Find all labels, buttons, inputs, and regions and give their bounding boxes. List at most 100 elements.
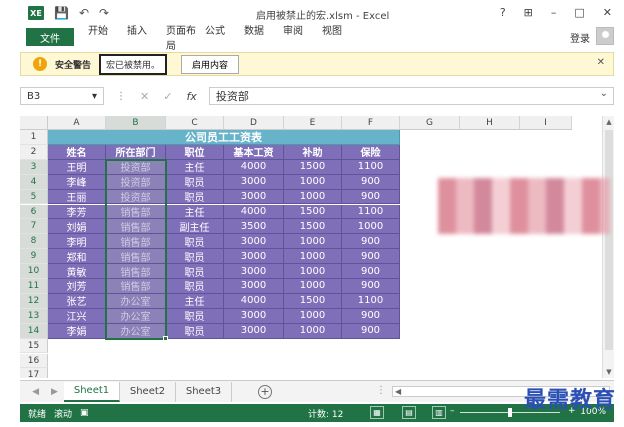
row-header[interactable]: 3 [20,159,48,175]
cell[interactable]: 办公室 [106,323,166,339]
cell[interactable]: 李明 [48,234,106,250]
tab-6[interactable]: 审阅 [283,22,322,52]
tab-split-grip-icon[interactable]: ⋮ [376,385,386,396]
row-header[interactable]: 17 [20,368,48,378]
cell[interactable]: 3000 [224,308,284,324]
cell[interactable]: 900 [342,264,400,279]
table-header-cell[interactable]: 基本工资 [224,144,284,160]
cell[interactable]: 1000 [284,174,342,190]
row-header[interactable]: 6 [20,204,48,220]
cell[interactable]: 900 [342,323,400,339]
login-link[interactable]: 登录 [570,30,590,45]
enter-icon[interactable]: ✓ [163,90,172,103]
row-header[interactable]: 1 [20,130,48,145]
column-header[interactable]: A [48,116,106,130]
sheet-tab-3[interactable]: Sheet3 [176,381,232,402]
cell[interactable]: 1500 [284,293,342,309]
cell[interactable]: 刘娟 [48,219,106,235]
cell[interactable]: 900 [342,234,400,250]
row-header[interactable]: 8 [20,234,48,250]
table-header-cell[interactable]: 保险 [342,144,400,160]
table-header-cell[interactable]: 姓名 [48,144,106,160]
close-icon[interactable]: ✕ [603,6,612,19]
redo-icon[interactable]: ↷ [99,6,109,20]
row-header[interactable]: 5 [20,189,48,205]
cell[interactable]: 李芳 [48,204,106,220]
column-header[interactable]: C [166,116,224,130]
page-layout-icon[interactable]: ▤ [402,406,416,419]
cell[interactable]: 职员 [166,264,224,279]
tab-7[interactable]: 视图 [322,22,361,52]
zoom-out-icon[interactable]: – [450,406,455,416]
cell[interactable]: 王丽 [48,189,106,205]
enable-content-button[interactable]: 启用内容 [181,54,240,74]
select-all-corner[interactable] [20,116,48,130]
cancel-icon[interactable]: ✕ [140,90,149,103]
row-header[interactable]: 4 [20,174,48,190]
cell[interactable]: 销售部 [106,264,166,279]
scroll-down-icon[interactable]: ▼ [603,366,614,378]
cell[interactable]: 1000 [284,264,342,279]
cell[interactable]: 主任 [166,293,224,309]
avatar-icon[interactable] [596,27,614,45]
cell[interactable]: 900 [342,279,400,294]
cell[interactable]: 职员 [166,323,224,339]
table-header-cell[interactable]: 所在部门 [106,144,166,160]
cell[interactable]: 3000 [224,189,284,205]
sheet-tab-1[interactable]: Sheet1 [64,381,120,402]
cell[interactable]: 1000 [284,323,342,339]
row-header[interactable]: 13 [20,308,48,324]
cell[interactable]: 李娟 [48,323,106,339]
cell[interactable]: 1000 [284,249,342,265]
prev-sheet-icon[interactable]: ◀ [32,387,39,397]
next-sheet-icon[interactable]: ▶ [51,387,58,397]
cell[interactable]: 江兴 [48,308,106,324]
cell[interactable]: 4000 [224,204,284,220]
vertical-scrollbar[interactable]: ▲ ▼ [602,116,614,378]
table-title-cell[interactable]: 公司员工工资表 [48,130,400,145]
chevron-down-icon[interactable]: ▾ [92,91,97,102]
cell[interactable]: 1000 [284,234,342,250]
table-header-cell[interactable]: 补助 [284,144,342,160]
row-header[interactable]: 10 [20,264,48,279]
cell[interactable]: 职员 [166,174,224,190]
tab-5[interactable]: 数据 [244,22,283,52]
cell[interactable]: 1500 [284,159,342,175]
cell[interactable]: 销售部 [106,234,166,250]
cell[interactable]: 王明 [48,159,106,175]
column-header[interactable]: G [400,116,460,130]
cell[interactable]: 900 [342,189,400,205]
row-header[interactable]: 15 [20,338,48,354]
cell[interactable]: 900 [342,308,400,324]
cell[interactable]: 900 [342,174,400,190]
cell[interactable]: 3000 [224,234,284,250]
cell[interactable]: 刘芳 [48,279,106,294]
cell[interactable]: 1000 [284,279,342,294]
macro-record-icon[interactable]: ▣ [80,408,89,418]
tab-3[interactable]: 页面布局 [166,22,205,52]
cell[interactable]: 4000 [224,293,284,309]
cell[interactable]: 1100 [342,204,400,220]
cell[interactable]: 办公室 [106,308,166,324]
cell[interactable]: 3000 [224,249,284,265]
row-header[interactable]: 7 [20,219,48,235]
cell[interactable]: 主任 [166,159,224,175]
cell[interactable]: 副主任 [166,219,224,235]
cell[interactable]: 黄敏 [48,264,106,279]
scroll-left-icon[interactable]: ◀ [395,387,401,396]
close-message-icon[interactable]: ✕ [597,57,605,68]
help-icon[interactable]: ? [500,6,506,19]
cell[interactable]: 1000 [284,189,342,205]
cell[interactable]: 投资部 [106,174,166,190]
cell[interactable]: 投资部 [106,159,166,175]
minimize-icon[interactable]: – [551,6,557,19]
row-header[interactable]: 16 [20,353,48,369]
cell[interactable]: 1500 [284,219,342,235]
column-header[interactable]: F [342,116,400,130]
fill-handle[interactable] [163,335,168,341]
tab-1[interactable]: 开始 [88,22,127,52]
expand-formula-icon[interactable]: ⌄ [600,88,608,99]
cell[interactable]: 销售部 [106,249,166,265]
sheet-tab-2[interactable]: Sheet2 [120,381,176,402]
tab-file[interactable]: 文件 [26,28,74,46]
